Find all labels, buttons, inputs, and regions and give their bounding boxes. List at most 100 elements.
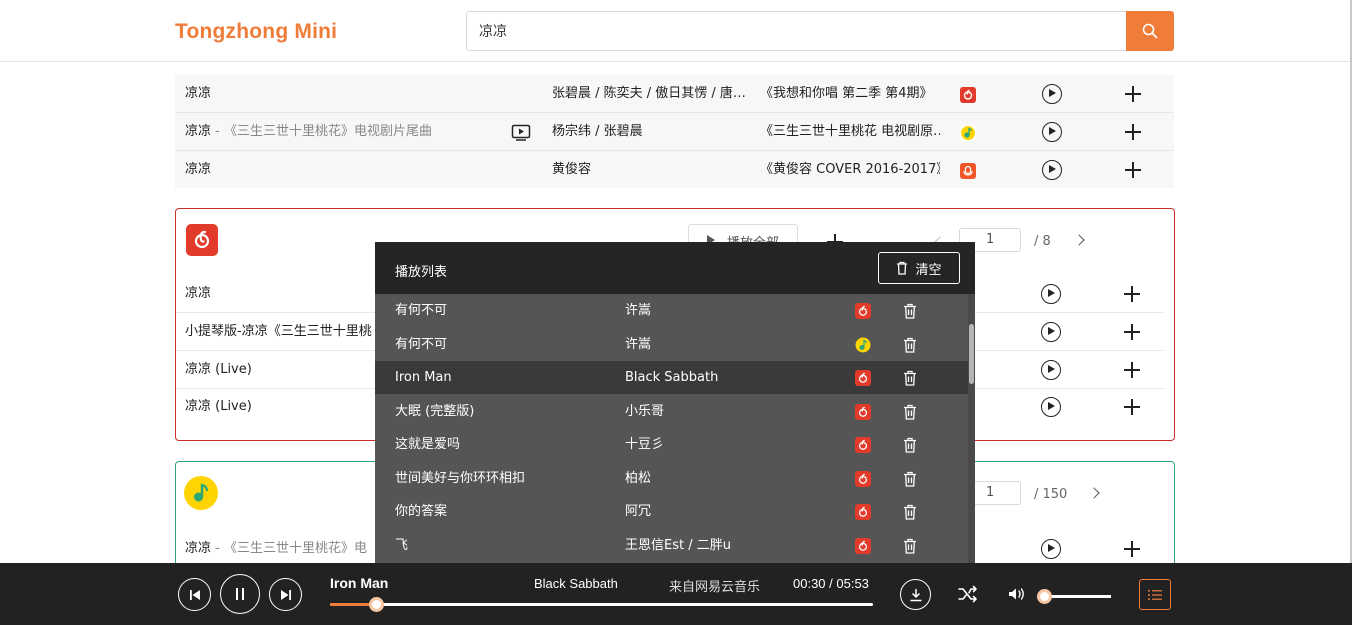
netease-source-icon <box>855 537 871 558</box>
play-circle-icon[interactable] <box>1041 322 1061 342</box>
playlist-item-artist: Black Sabbath <box>625 370 719 385</box>
add-icon[interactable] <box>1124 541 1140 557</box>
shuffle-icon <box>958 585 977 603</box>
playlist-item-artist: 许嵩 <box>625 303 652 318</box>
song-artist[interactable]: 黄俊容 <box>552 151 591 189</box>
song-subtitle: - 《三生三世十里桃花》电视剧片尾曲 <box>211 124 432 139</box>
search-input[interactable] <box>466 11 1128 51</box>
song-album[interactable]: 《我想和你唱 第二季 第4期》 <box>760 75 940 113</box>
playlist-item[interactable]: 你的答案 阿冗 <box>375 495 968 528</box>
play-circle-icon[interactable] <box>1041 360 1061 380</box>
xiami-source-icon <box>960 163 976 179</box>
volume-handle[interactable] <box>1037 589 1053 604</box>
add-icon[interactable] <box>1124 399 1140 415</box>
play-circle-icon[interactable] <box>1041 539 1061 559</box>
song-artist[interactable]: 杨宗纬 / 张碧晨 <box>552 113 643 151</box>
remove-item-trash-icon[interactable] <box>903 504 917 520</box>
progress-bar[interactable] <box>330 597 873 612</box>
netease-source-icon <box>855 470 871 491</box>
remove-item-trash-icon[interactable] <box>903 303 917 319</box>
add-icon[interactable] <box>1125 124 1141 140</box>
skip-next-icon <box>280 589 291 600</box>
add-icon[interactable] <box>1124 324 1140 340</box>
remove-item-trash-icon[interactable] <box>903 370 917 386</box>
top-results-list: 凉凉 张碧晨 / 陈奕夫 / 傲日其愣 / 唐… 《我想和你唱 第二季 第4期》… <box>175 75 1174 188</box>
brand-logo[interactable]: Tongzhong Mini <box>175 20 337 44</box>
shuffle-button[interactable] <box>958 585 978 606</box>
playlist-item-artist: 许嵩 <box>625 336 652 352</box>
search-button[interactable] <box>1126 11 1174 51</box>
playlist-item-title: 有何不可 <box>395 336 448 352</box>
pause-icon <box>236 588 244 600</box>
playlist-item[interactable]: 大眠 (完整版) 小乐哥 <box>375 395 968 428</box>
playback-time: 00:30 / 05:53 <box>793 576 869 591</box>
playlist-toggle-button[interactable] <box>1139 579 1171 610</box>
netease-source-icon <box>960 87 976 103</box>
playlist-item[interactable]: 世间美好与你环环相扣 柏松 <box>375 462 968 495</box>
playlist-title: 播放列表 <box>395 265 448 280</box>
player-bar: Iron Man Black Sabbath 来自网易云音乐 00:30 / 0… <box>0 563 1352 625</box>
song-artist[interactable]: 张碧晨 / 陈奕夫 / 傲日其愣 / 唐… <box>552 75 758 113</box>
playlist-scrollbar[interactable] <box>968 294 975 563</box>
pause-button[interactable] <box>220 574 260 614</box>
trash-icon <box>897 261 908 275</box>
remove-item-trash-icon[interactable] <box>903 471 917 487</box>
play-circle-icon[interactable] <box>1042 84 1062 104</box>
remove-item-trash-icon[interactable] <box>903 337 917 353</box>
next-page-icon[interactable] <box>1073 234 1085 246</box>
playlist-item-artist: 小乐哥 <box>625 403 665 419</box>
playlist-header: 播放列表 清空 <box>375 242 975 294</box>
play-circle-icon[interactable] <box>1042 160 1062 180</box>
previous-button[interactable] <box>178 578 211 611</box>
clear-playlist-button[interactable]: 清空 <box>878 252 960 284</box>
netease-source-icon <box>855 303 871 323</box>
qq-music-source-icon <box>960 125 976 141</box>
add-icon[interactable] <box>1125 86 1141 102</box>
result-row[interactable]: 凉凉 张碧晨 / 陈奕夫 / 傲日其愣 / 唐… 《我想和你唱 第二季 第4期》 <box>175 75 1174 113</box>
play-circle-icon[interactable] <box>1042 122 1062 142</box>
now-playing-source: 来自网易云音乐 <box>669 580 761 595</box>
remove-item-trash-icon[interactable] <box>903 404 917 420</box>
progress-handle[interactable] <box>369 597 385 612</box>
song-title: 凉凉 <box>185 86 212 101</box>
playlist-item-title: 世间美好与你环环相扣 <box>395 470 526 486</box>
next-page-icon[interactable] <box>1088 487 1100 499</box>
remove-item-trash-icon[interactable] <box>903 437 917 453</box>
skip-previous-icon <box>189 589 200 600</box>
playlist-item-artist: 柏松 <box>625 470 652 486</box>
result-row[interactable]: 凉凉 - 《三生三世十里桃花》电视剧片尾曲 杨宗纬 / 张碧晨 《三生三世十里桃… <box>175 113 1174 151</box>
volume-slider[interactable] <box>1037 589 1111 604</box>
result-row[interactable]: 凉凉 黄俊容 《黄俊容 COVER 2016-2017》 <box>175 151 1174 189</box>
play-circle-icon[interactable] <box>1041 284 1061 304</box>
playlist-item[interactable]: 这就是爱吗 十豆彡 <box>375 428 968 461</box>
mv-icon[interactable] <box>511 113 531 151</box>
add-icon[interactable] <box>1125 162 1141 178</box>
volume-button[interactable] <box>1008 587 1026 604</box>
page-total: / 8 <box>1034 234 1051 249</box>
playlist-item[interactable]: 飞 王恩信Est / 二胖u <box>375 529 968 562</box>
netease-music-logo-icon <box>186 224 218 256</box>
now-playing-title: Iron Man <box>330 575 389 591</box>
add-icon[interactable] <box>1124 286 1140 302</box>
playlist-item[interactable]: Iron Man Black Sabbath <box>375 361 968 394</box>
playlist-item[interactable]: 有何不可 许嵩 <box>375 328 968 361</box>
song-album[interactable]: 《三生三世十里桃花 电视剧原… <box>760 113 940 151</box>
playlist-scrollbar-thumb[interactable] <box>969 324 974 384</box>
play-circle-icon[interactable] <box>1041 397 1061 417</box>
add-icon[interactable] <box>1124 362 1140 378</box>
song-title: 小提琴版-凉凉《三生三世十里桃 <box>185 324 372 339</box>
song-title: 凉凉 <box>185 162 212 177</box>
playlist-popup: 播放列表 清空 有何不可 许嵩 有何不可 许嵩 Iron Man Black Sabbat… <box>375 242 975 563</box>
playlist-item-artist: 十豆彡 <box>625 437 665 452</box>
song-subtitle: - 《三生三世十里桃花》电 <box>211 541 367 556</box>
playlist-item-title: Iron Man <box>395 370 452 385</box>
qq-music-logo-icon <box>184 476 218 510</box>
playlist-item[interactable]: 有何不可 许嵩 <box>375 294 968 327</box>
remove-item-trash-icon[interactable] <box>903 538 917 554</box>
download-button[interactable] <box>900 579 931 610</box>
next-button[interactable] <box>269 578 302 611</box>
playlist-item-title: 这就是爱吗 <box>395 437 461 452</box>
song-title: 凉凉 <box>185 124 212 139</box>
playlist-icon <box>1148 589 1162 600</box>
song-album[interactable]: 《黄俊容 COVER 2016-2017》 <box>760 151 940 189</box>
